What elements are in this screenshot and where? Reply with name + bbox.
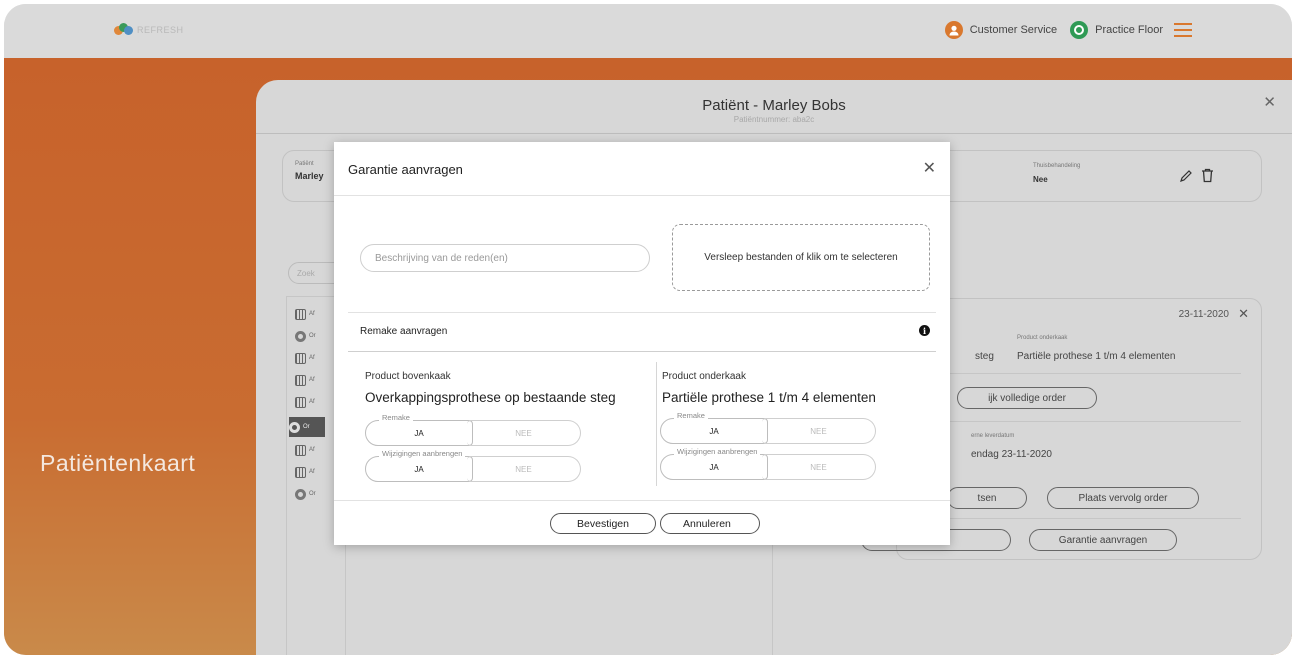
list-item[interactable]: Af (295, 351, 335, 365)
upper-remake-no[interactable]: NEE (467, 420, 581, 446)
home-treatment-label: Thuisbehandeling (1033, 163, 1081, 169)
product-lower-value: Partiële prothese 1 t/m 4 elementen (1017, 351, 1176, 362)
menu-icon[interactable] (1174, 23, 1192, 37)
modal-close-icon[interactable]: ✕ (923, 158, 936, 178)
product-lower-label: Product onderkaak (662, 371, 746, 382)
calendar-icon (295, 374, 306, 386)
top-bar: REFRESH Customer Service Practice Floor (4, 4, 1292, 58)
list-item[interactable]: Or (295, 329, 335, 343)
remake-section-label: Remake aanvragen (360, 326, 448, 337)
column-divider (656, 362, 657, 486)
lower-remake-no[interactable]: NEE (762, 418, 876, 444)
divider (348, 351, 936, 352)
toggle-legend: Wijzigingen aanbrengen (379, 449, 466, 458)
user-icon[interactable] (944, 21, 963, 39)
order-details: 23-11-2020 ✕ Product onderkaak steg Part… (861, 298, 1262, 560)
delivery-value: endag 23-11-2020 (971, 449, 1052, 460)
calendar-icon (295, 352, 306, 364)
order-close-icon[interactable]: ✕ (1238, 306, 1249, 322)
user-controls: Customer Service Practice Floor (944, 21, 1192, 39)
order-date: 23-11-2020 (1178, 309, 1229, 320)
modal-title: Garantie aanvragen (348, 162, 463, 177)
patient-label: Patiënt (295, 161, 314, 167)
modal-footer: Bevestigen Annuleren (334, 500, 950, 545)
file-dropzone[interactable]: Versleep bestanden of klik om te selecte… (672, 224, 930, 291)
delivery-label: erne leverdatum (971, 433, 1015, 439)
request-warranty-button[interactable]: Garantie aanvragen (1029, 529, 1177, 551)
confirm-button[interactable]: Bevestigen (550, 513, 656, 534)
gear-icon (289, 421, 300, 433)
patient-value: Marley (295, 171, 324, 181)
product-upper-label: Product bovenkaak (365, 371, 451, 382)
list-item[interactable]: Af (295, 307, 335, 321)
upper-changes-no[interactable]: NEE (467, 456, 581, 482)
list-item[interactable]: Af (295, 395, 335, 409)
calendar-icon (295, 396, 306, 408)
view-full-order-button[interactable]: ijk volledige order (957, 387, 1097, 409)
logo-text: REFRESH (137, 25, 184, 35)
user-role[interactable]: Customer Service (970, 24, 1057, 36)
lower-remake-yes[interactable]: JA (660, 418, 768, 444)
info-icon[interactable]: i (919, 325, 930, 336)
location-label[interactable]: Practice Floor (1095, 24, 1163, 36)
location-pin-icon[interactable] (1070, 21, 1089, 39)
toggle-legend: Remake (674, 411, 708, 420)
product-upper-partial: steg (975, 351, 994, 362)
modal-header: Garantie aanvragen ✕ (334, 142, 950, 196)
trash-icon[interactable] (1201, 168, 1214, 188)
list-item-selected[interactable]: Or (289, 417, 325, 437)
calendar-icon (295, 444, 306, 456)
upper-changes-toggle: JA NEE Wijzigingen aanbrengen (365, 449, 581, 482)
list-item[interactable]: Af (295, 443, 335, 457)
list-item[interactable]: Or (295, 487, 335, 501)
lower-changes-no[interactable]: NEE (762, 454, 876, 480)
product-lower-label: Product onderkaak (1017, 335, 1068, 341)
product-lower-name: Partiële prothese 1 t/m 4 elementen (662, 390, 876, 405)
list-item[interactable]: Af (295, 465, 335, 479)
partial-button[interactable]: tsen (947, 487, 1027, 509)
gear-icon (295, 330, 306, 342)
cancel-button[interactable]: Annuleren (660, 513, 760, 534)
card-close-icon[interactable]: ✕ (1263, 93, 1276, 111)
toggle-legend: Remake (379, 413, 413, 422)
calendar-icon (295, 466, 306, 478)
upper-changes-yes[interactable]: JA (365, 456, 473, 482)
upper-remake-toggle: JA NEE Remake (365, 413, 581, 446)
card-title: Patiënt - Marley Bobs (702, 97, 846, 114)
card-header: Patiënt - Marley Bobs Patiëntnummer: aba… (256, 80, 1292, 134)
patient-number: Patiëntnummer: aba2c (733, 115, 815, 124)
reason-input[interactable] (360, 244, 650, 272)
follow-up-order-button[interactable]: Plaats vervolg order (1047, 487, 1199, 509)
calendar-icon (295, 308, 306, 320)
logo-icon (114, 23, 134, 37)
lower-changes-toggle: JA NEE Wijzigingen aanbrengen (660, 447, 876, 480)
sidebar-title: Patiëntenkaart (40, 450, 196, 476)
gear-icon (295, 488, 306, 500)
product-upper-name: Overkappingsprothese op bestaande steg (365, 390, 616, 405)
lower-changes-yes[interactable]: JA (660, 454, 768, 480)
home-treatment-value: Nee (1033, 175, 1048, 184)
toggle-legend: Wijzigingen aanbrengen (674, 447, 761, 456)
lower-remake-toggle: JA NEE Remake (660, 411, 876, 444)
warranty-modal: Garantie aanvragen ✕ Versleep bestanden … (334, 142, 950, 545)
logo[interactable]: REFRESH (114, 23, 184, 37)
list-item[interactable]: Af (295, 373, 335, 387)
upper-remake-yes[interactable]: JA (365, 420, 473, 446)
divider (348, 312, 936, 313)
app-frame: REFRESH Customer Service Practice Floor … (4, 4, 1292, 655)
edit-icon[interactable] (1179, 169, 1193, 188)
